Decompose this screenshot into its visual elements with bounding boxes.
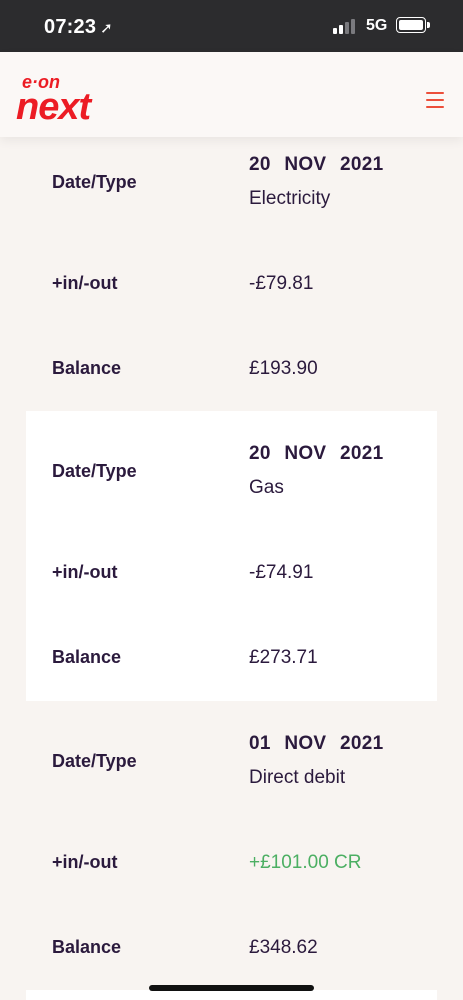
- hamburger-icon[interactable]: [424, 88, 448, 112]
- in-out-label: +in/-out: [52, 852, 118, 872]
- transaction-type: Gas: [249, 477, 284, 498]
- transaction-type: Electricity: [249, 188, 331, 209]
- date-type-label: Date/Type: [52, 751, 137, 771]
- balance-label: Balance: [52, 358, 122, 378]
- transaction-card: Date/Type 20 NOV 2021 Electricity +in/-o…: [26, 122, 437, 412]
- transaction-type: Direct debit: [249, 767, 346, 788]
- in-out-label: +in/-out: [52, 562, 118, 582]
- eon-next-logo[interactable]: e·on next: [16, 73, 91, 128]
- logo-next-text: next: [16, 86, 91, 128]
- transaction-amount: -£79.81: [249, 273, 314, 294]
- transaction-date: 20 NOV 2021: [249, 154, 384, 175]
- in-out-label: +in/-out: [52, 273, 118, 293]
- location-arrow-icon: ➚: [100, 20, 113, 37]
- clock: 07:23: [44, 16, 97, 38]
- date-type-label: Date/Type: [52, 461, 137, 481]
- transaction-balance: £273.71: [249, 647, 318, 668]
- status-time: 07:23 ➚: [44, 16, 113, 39]
- signal-strength-icon: [333, 18, 359, 34]
- status-bar: 07:23 ➚ 5G: [0, 0, 463, 52]
- battery-icon: [396, 17, 430, 33]
- transaction-balance: £193.90: [249, 358, 318, 379]
- balance-label: Balance: [52, 937, 122, 957]
- transaction-amount: -£74.91: [249, 562, 314, 583]
- transaction-date: 20 NOV 2021: [249, 443, 384, 464]
- transaction-date: 01 NOV 2021: [249, 733, 384, 754]
- network-type: 5G: [366, 17, 388, 34]
- transaction-card-partial: [26, 990, 437, 1000]
- transaction-card: Date/Type 20 NOV 2021 Gas +in/-out -£74.…: [26, 411, 437, 701]
- balance-label: Balance: [52, 647, 122, 667]
- home-indicator[interactable]: [149, 985, 314, 991]
- transaction-balance: £348.62: [249, 937, 318, 958]
- date-type-label: Date/Type: [52, 172, 137, 192]
- transaction-card: Date/Type 01 NOV 2021 Direct debit +in/-…: [26, 701, 437, 991]
- transaction-amount: +£101.00 CR: [249, 852, 362, 873]
- app-header: e·on next: [0, 52, 463, 137]
